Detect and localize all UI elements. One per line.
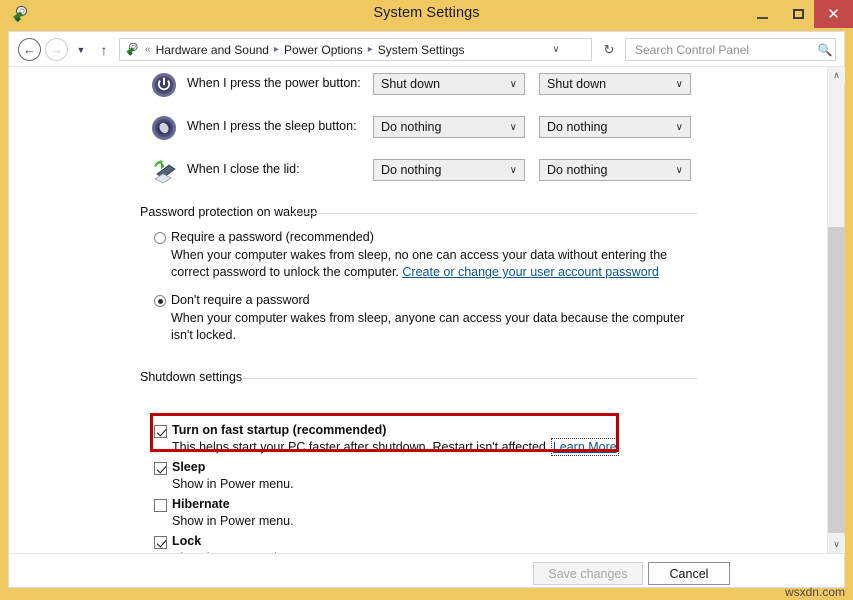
maximize-button[interactable] [780, 0, 816, 28]
combo-sleep-button-on-battery[interactable]: Do nothing ∨ [373, 116, 525, 138]
checkbox-desc-hibernate: Show in Power menu. [172, 514, 294, 528]
combo-value: Do nothing [547, 163, 607, 177]
create-change-password-link[interactable]: Create or change your user account passw… [402, 265, 658, 279]
radio-label-dont-require-password: Don't require a password [171, 293, 310, 307]
breadcrumb-separator-icon: ▸ [274, 44, 279, 55]
cancel-button[interactable]: Cancel [648, 562, 730, 585]
navigation-bar: ← → ▼ ↑ « Hardware and Sound ▸ [9, 32, 844, 67]
combo-close-lid-plugged-in[interactable]: Do nothing ∨ [539, 159, 691, 181]
radio-indicator[interactable] [154, 295, 166, 307]
power-button-icon [150, 71, 178, 99]
combo-sleep-button-plugged-in[interactable]: Do nothing ∨ [539, 116, 691, 138]
chevron-down-icon: ∨ [676, 79, 683, 90]
row-label-close-lid: When I close the lid: [187, 162, 300, 176]
checkbox-label-fast-startup: Turn on fast startup (recommended) [172, 423, 386, 437]
checkbox-label-hibernate: Hibernate [172, 497, 230, 511]
combo-value: Shut down [381, 77, 440, 91]
search-box[interactable]: 🔍 [625, 38, 836, 61]
checkbox-label-lock: Lock [172, 534, 201, 548]
title-bar: System Settings ✕ [0, 0, 853, 31]
checkbox-indicator[interactable] [154, 536, 167, 549]
section-divider [243, 378, 697, 379]
chevron-down-icon: ∨ [510, 79, 517, 90]
system-settings-window: System Settings ✕ ← → ▼ ↑ [0, 0, 853, 600]
breadcrumb-hardware-and-sound[interactable]: Hardware and Sound [156, 43, 269, 57]
radio-desc-require-password: When your computer wakes from sleep, no … [171, 247, 691, 281]
recent-locations-button[interactable]: ▼ [72, 38, 90, 61]
row-close-lid: When I close the lid: Do nothing ∨ Do no… [9, 153, 827, 191]
sleep-button-icon [150, 114, 178, 142]
chevron-down-icon: ∨ [510, 122, 517, 133]
row-sleep-button: When I press the sleep button: Do nothin… [9, 110, 827, 148]
forward-button[interactable]: → [45, 38, 68, 61]
checkbox-desc-sleep: Show in Power menu. [172, 477, 294, 491]
settings-scroll-pane: When I press the power button: Shut down… [9, 67, 827, 553]
dialog-button-bar: Save changes Cancel [9, 553, 844, 587]
watermark: wsxdn.com [785, 585, 845, 599]
window-client-area: ← → ▼ ↑ « Hardware and Sound ▸ [8, 31, 845, 588]
maximize-icon [793, 9, 804, 19]
chevron-down-icon: ∨ [833, 539, 840, 550]
combo-value: Do nothing [381, 120, 441, 134]
close-lid-icon [150, 157, 178, 185]
up-one-level-button[interactable]: ↑ [94, 38, 114, 61]
back-arrow-icon: ← [23, 43, 36, 56]
learn-more-link[interactable]: Learn More [553, 440, 617, 454]
combo-power-button-plugged-in[interactable]: Shut down ∨ [539, 73, 691, 95]
radio-label-require-password: Require a password (recommended) [171, 230, 374, 244]
row-power-button: When I press the power button: Shut down… [9, 67, 827, 105]
chevron-down-icon: ∨ [676, 122, 683, 133]
close-icon: ✕ [827, 7, 840, 22]
row-label-power-button: When I press the power button: [187, 76, 361, 90]
close-button[interactable]: ✕ [814, 0, 853, 28]
combo-close-lid-on-battery[interactable]: Do nothing ∨ [373, 159, 525, 181]
address-bar[interactable]: « Hardware and Sound ▸ Power Options ▸ S… [119, 38, 592, 61]
radio-indicator[interactable] [154, 232, 166, 244]
scroll-down-button[interactable]: ∨ [828, 536, 845, 553]
combo-value: Do nothing [547, 120, 607, 134]
vertical-scrollbar[interactable]: ∧ ∨ [827, 67, 844, 553]
chevron-up-icon: ∧ [833, 70, 840, 81]
breadcrumb-prefix: « [145, 44, 151, 55]
checkbox-label-sleep: Sleep [172, 460, 205, 474]
combo-value: Do nothing [381, 163, 441, 177]
breadcrumb-system-settings[interactable]: System Settings [378, 43, 465, 57]
checkbox-indicator[interactable] [154, 425, 167, 438]
window-title: System Settings [0, 5, 853, 21]
breadcrumb-separator-icon: ▸ [368, 44, 373, 55]
checkbox-indicator[interactable] [154, 462, 167, 475]
combo-power-button-on-battery[interactable]: Shut down ∨ [373, 73, 525, 95]
save-changes-button[interactable]: Save changes [533, 562, 643, 585]
chevron-down-icon: ∨ [510, 165, 517, 176]
power-options-icon [124, 42, 140, 58]
section-divider [290, 213, 697, 214]
search-icon: 🔍 [815, 43, 835, 57]
breadcrumb-power-options[interactable]: Power Options [284, 43, 363, 57]
refresh-icon: ↻ [604, 42, 615, 58]
password-section-title: Password protection on wakeup [140, 205, 323, 219]
shutdown-section-title: Shutdown settings [140, 370, 248, 384]
row-label-sleep-button: When I press the sleep button: [187, 119, 357, 133]
address-dropdown-button[interactable]: ∨ [545, 39, 567, 60]
back-button[interactable]: ← [18, 38, 41, 61]
search-input[interactable] [633, 42, 815, 58]
settings-content: When I press the power button: Shut down… [9, 67, 827, 553]
chevron-down-icon: ▼ [77, 45, 86, 55]
arrow-up-icon: ↑ [101, 42, 108, 58]
minimize-icon [757, 17, 768, 19]
desc-text: This helps start your PC faster after sh… [172, 440, 553, 454]
combo-value: Shut down [547, 77, 606, 91]
radio-desc-dont-require-password: When your computer wakes from sleep, any… [171, 310, 691, 344]
minimize-button[interactable] [744, 0, 780, 28]
scrollbar-thumb[interactable] [828, 227, 845, 533]
chevron-down-icon: ∨ [676, 165, 683, 176]
checkbox-indicator[interactable] [154, 499, 167, 512]
checkbox-desc-fast-startup: This helps start your PC faster after sh… [172, 440, 617, 454]
refresh-button[interactable]: ↻ [597, 38, 621, 61]
scroll-up-button[interactable]: ∧ [828, 67, 845, 84]
forward-arrow-icon: → [50, 43, 63, 56]
